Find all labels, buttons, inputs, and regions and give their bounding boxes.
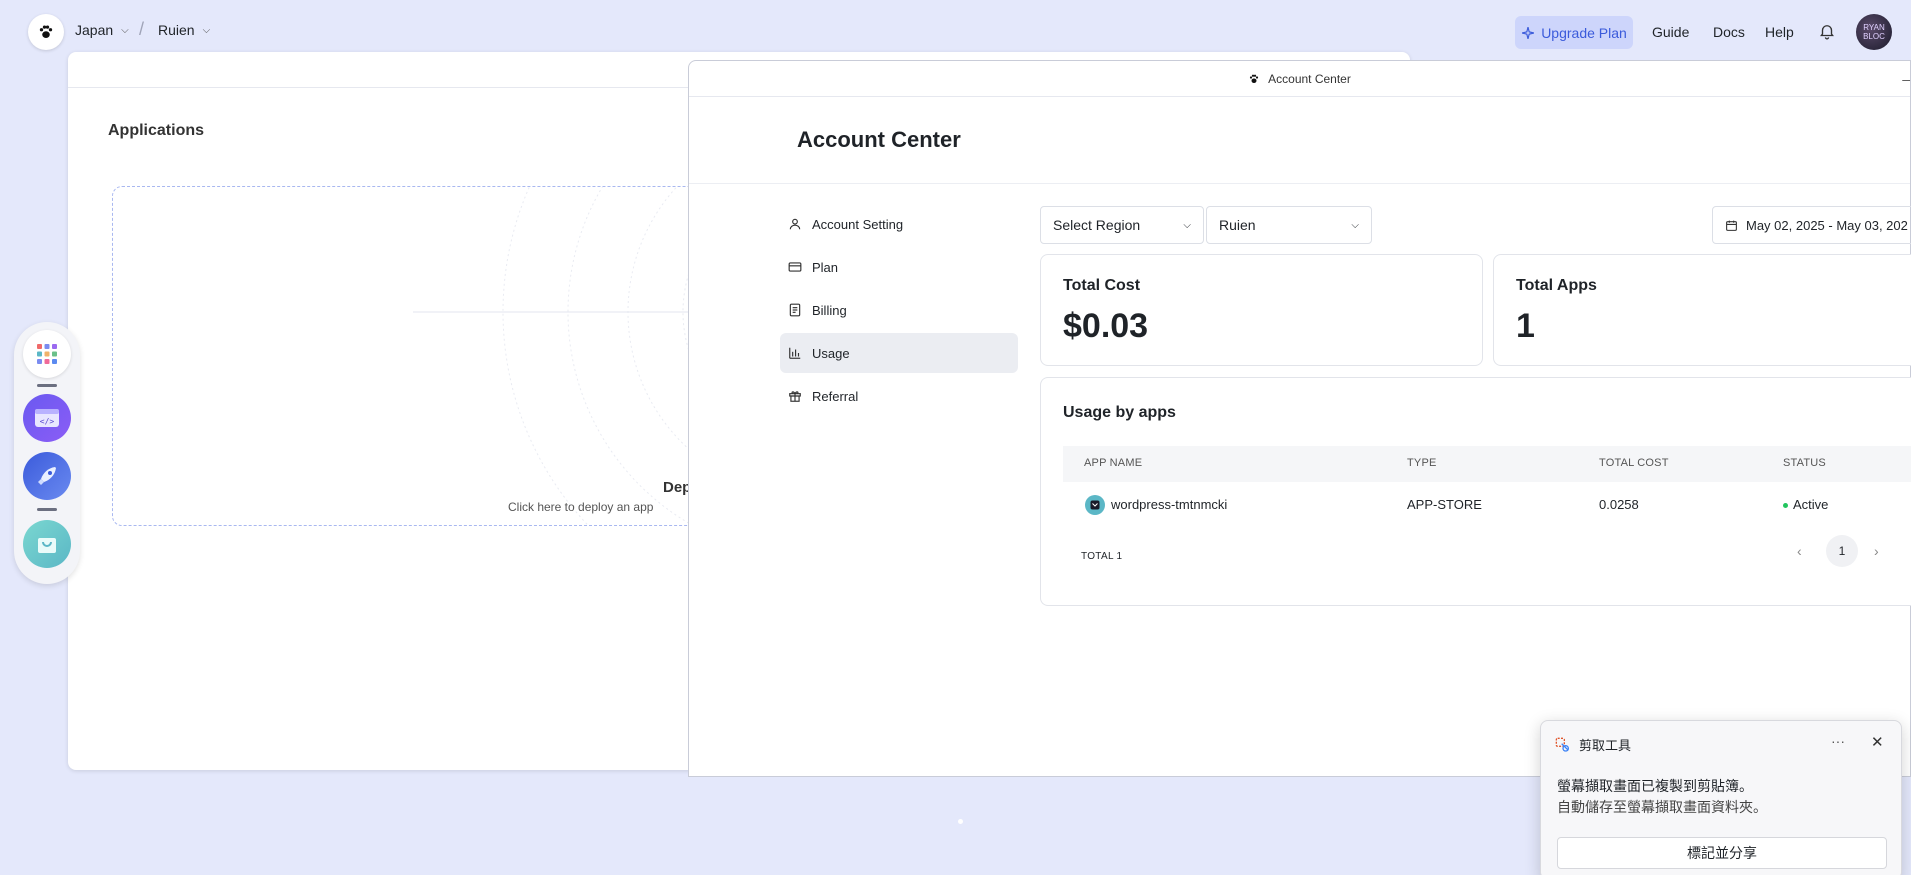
docs-link[interactable]: Docs [1713, 24, 1745, 40]
window-title: Account Center [1268, 71, 1351, 86]
total-apps-value: 1 [1516, 307, 1535, 345]
notification-header: 剪取工具 [1555, 735, 1631, 754]
table-row[interactable]: wordpress-tmtnmcki APP-STORE 0.0258 Acti… [1063, 482, 1911, 528]
region-select-value: Select Region [1053, 217, 1141, 233]
avatar-text: RYAN BLOC [1863, 23, 1885, 41]
menu-item-label: Billing [812, 302, 847, 318]
total-cost-value: $0.03 [1063, 307, 1149, 345]
usage-by-apps-card: Usage by apps APP NAME TYPE TOTAL COST S… [1040, 377, 1911, 606]
paw-icon [1250, 74, 1259, 83]
snipping-tool-icon [1555, 737, 1569, 752]
page-number[interactable]: 1 [1826, 535, 1858, 567]
status-text: Active [1793, 497, 1829, 512]
column-header: STATUS [1783, 457, 1826, 469]
total-cost-card: Total Cost $0.03 [1040, 254, 1483, 366]
workspace-label: Ruien [158, 22, 195, 38]
svg-text:</>: </> [40, 417, 55, 426]
column-header: TOTAL COST [1599, 457, 1669, 469]
chevron-down-icon: ⌵ [1183, 219, 1191, 231]
workspace-select[interactable]: Ruien ⌵ [1206, 206, 1372, 244]
deploy-app-button[interactable] [23, 452, 71, 500]
region-selector[interactable]: Japan ⌵ [75, 22, 129, 38]
region-label: Japan [75, 22, 114, 38]
app-icon [1085, 495, 1105, 515]
dock-divider [37, 508, 57, 511]
logo[interactable] [28, 14, 64, 50]
type-cell: APP-STORE [1407, 497, 1482, 512]
minimize-icon[interactable]: – [1902, 71, 1910, 87]
menu-item-usage[interactable]: Usage [780, 333, 1018, 373]
breadcrumb-separator: / [139, 19, 145, 39]
bell-icon[interactable] [1818, 22, 1836, 45]
menu-item-label: Referral [812, 388, 859, 404]
column-header: TYPE [1407, 457, 1437, 469]
help-link[interactable]: Help [1765, 24, 1794, 40]
user-icon [789, 218, 801, 230]
avatar[interactable]: RYAN BLOC [1856, 14, 1892, 50]
chevron-down-icon: ⌵ [202, 24, 211, 36]
upgrade-plan-label: Upgrade Plan [1541, 24, 1627, 41]
total-apps-label: Total Apps [1516, 277, 1597, 294]
bar-chart-icon [789, 347, 801, 359]
account-center-window: Account Center – Account Center Account … [688, 60, 1911, 777]
gift-icon [789, 391, 801, 402]
close-icon[interactable]: ✕ [1871, 733, 1884, 751]
indicator-dot [958, 819, 963, 824]
menu-item-label: Usage [812, 345, 850, 361]
window-title-bar[interactable]: Account Center [689, 61, 1910, 97]
usage-title: Usage by apps [1063, 404, 1176, 421]
total-cost-cell: 0.0258 [1599, 497, 1639, 512]
total-count: TOTAL 1 [1081, 551, 1123, 562]
code-window-icon: </> [35, 409, 59, 427]
rocket-icon [38, 467, 56, 485]
date-range-picker[interactable]: May 02, 2025 - May 03, 202 [1712, 206, 1911, 244]
menu-item-account-setting[interactable]: Account Setting [780, 204, 1018, 244]
applications-title: Applications [108, 122, 205, 139]
date-range-value: May 02, 2025 - May 03, 202 [1746, 217, 1908, 233]
paw-icon [39, 25, 53, 38]
apps-grid-button[interactable] [23, 330, 71, 378]
total-apps-card: Total Apps 1 [1493, 254, 1911, 366]
header-divider [689, 183, 1910, 184]
table-header: APP NAME TYPE TOTAL COST STATUS [1063, 446, 1911, 482]
markup-share-button[interactable]: 標記並分享 [1557, 837, 1887, 869]
menu-item-billing[interactable]: Billing [780, 290, 1018, 330]
upgrade-plan-button[interactable]: Upgrade Plan [1515, 16, 1633, 49]
deploy-subtitle: Click here to deploy an app [508, 500, 654, 514]
workspace-select-value: Ruien [1219, 217, 1256, 233]
column-header: APP NAME [1084, 457, 1143, 469]
app-name-cell[interactable]: wordpress-tmtnmcki [1111, 497, 1227, 512]
snip-notification[interactable]: 剪取工具 ··· ✕ 螢幕擷取畫面已複製到剪貼簿。 自動儲存至螢幕擷取畫面資料夾… [1540, 720, 1902, 875]
grid-icon [37, 344, 57, 364]
chevron-down-icon: ⌵ [1351, 219, 1359, 231]
document-icon [789, 303, 801, 317]
region-select[interactable]: Select Region ⌵ [1040, 206, 1204, 244]
menu-item-plan[interactable]: Plan [780, 247, 1018, 287]
total-cost-label: Total Cost [1063, 277, 1141, 294]
chevron-left-icon[interactable]: ‹ [1797, 543, 1802, 559]
guide-link[interactable]: Guide [1652, 24, 1689, 40]
usage-table: APP NAME TYPE TOTAL COST STATUS wordpres… [1063, 446, 1911, 528]
page-title: Account Center [797, 127, 961, 152]
menu-item-referral[interactable]: Referral [780, 376, 1018, 416]
notification-submessage: 自動儲存至螢幕擷取畫面資料夾。 [1557, 799, 1767, 815]
calendar-icon [1726, 220, 1737, 231]
status-cell: Active [1783, 497, 1828, 512]
chevron-down-icon: ⌵ [121, 24, 129, 36]
chevron-right-icon[interactable]: › [1874, 543, 1879, 559]
notification-app-name: 剪取工具 [1579, 738, 1632, 753]
dock-divider [37, 384, 57, 387]
status-dot [1783, 503, 1788, 509]
menu-item-label: Account Setting [812, 216, 904, 232]
notification-message: 螢幕擷取畫面已複製到剪貼簿。 [1557, 778, 1753, 794]
workspace-selector[interactable]: Ruien ⌵ [158, 22, 210, 38]
store-app-button[interactable] [23, 520, 71, 568]
menu-item-label: Plan [812, 259, 839, 275]
more-icon[interactable]: ··· [1831, 733, 1845, 749]
shopping-bag-icon [38, 538, 56, 553]
sparkle-icon [1522, 26, 1535, 39]
app-dock: </> [14, 322, 80, 584]
card-icon [788, 262, 802, 272]
code-app-button[interactable]: </> [23, 394, 71, 442]
